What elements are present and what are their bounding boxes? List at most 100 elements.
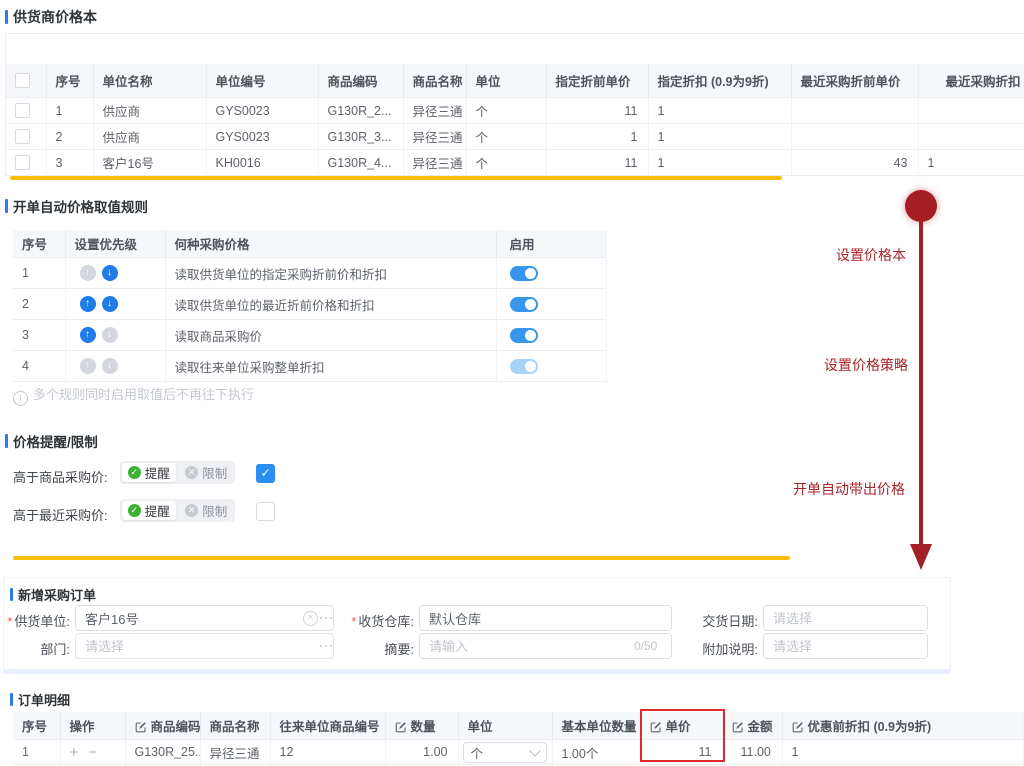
move-down-icon[interactable] (102, 265, 118, 281)
page: 供货商价格本 序号 单位名称 单位编号 商品编码 商品名称 单位 指定折前单价 … (0, 0, 1024, 766)
table-row: 3 客户16号 KH0016 G130R_4... 异径三通 个 11 1 43… (6, 150, 1024, 176)
col-product-name: 商品名称 (200, 712, 270, 740)
section-accent-bar (10, 693, 13, 706)
unit-select[interactable]: 个 (463, 742, 547, 763)
col-unit: 单位 (458, 712, 552, 740)
row-checkbox[interactable] (15, 155, 30, 170)
cell-unit-name: 供应商 (93, 124, 206, 150)
remove-row-button[interactable]: − (88, 744, 97, 761)
section-accent-bar (10, 588, 13, 601)
move-down-icon[interactable] (102, 358, 118, 374)
price-book-table: 序号 单位名称 单位编号 商品编码 商品名称 单位 指定折前单价 指定折扣 (0… (5, 33, 1024, 176)
move-up-icon[interactable] (80, 265, 96, 281)
cell-unit-code: GYS0023 (206, 124, 318, 150)
col-recent-discount: 最近采购折扣 (918, 64, 1024, 98)
cell-product-code: G130R_25... (125, 740, 200, 765)
cell-product-name: 异径三通 (200, 740, 270, 765)
chevron-down-icon (529, 745, 540, 756)
move-down-icon[interactable] (102, 296, 118, 312)
rule-row: 2 读取供货单位的最近折前价格和折扣 (13, 289, 607, 320)
col-unit: 单位 (466, 64, 546, 98)
warehouse-label: *收货仓库: (332, 611, 414, 630)
cell-specified-discount: 1 (648, 150, 791, 176)
remind-option[interactable]: 提醒 (122, 463, 176, 482)
section-accent-bar (5, 10, 8, 24)
cell-unit-name: 供应商 (93, 98, 206, 124)
cell-pre-discount[interactable]: 1 (782, 740, 1024, 765)
enable-toggle[interactable] (510, 359, 538, 374)
col-product-code: 商品编码 (125, 712, 200, 740)
cell-product-name: 异径三通 (403, 98, 466, 124)
col-seq: 序号 (13, 712, 60, 740)
limit-option[interactable]: 限制 (180, 463, 234, 482)
col-base-qty: 基本单位数量 (552, 712, 640, 740)
yellow-divider (10, 176, 782, 180)
limit-option[interactable]: 限制 (180, 501, 234, 520)
cell-unit-price[interactable]: 11 (640, 740, 722, 765)
edit-icon (395, 721, 407, 733)
alert-checkbox[interactable] (256, 502, 275, 521)
department-input[interactable] (75, 633, 334, 659)
move-up-icon[interactable] (80, 296, 96, 312)
section-accent-bar (5, 199, 8, 213)
cell-product-code: G130R_2... (318, 98, 403, 124)
cell-seq: 4 (13, 351, 65, 382)
cell-rule-desc: 读取商品采购价 (165, 320, 496, 351)
x-circle-icon (185, 466, 198, 479)
cell-unit-code: KH0016 (206, 150, 318, 176)
cell-unit: 个 (466, 124, 546, 150)
cell-product-name: 异径三通 (403, 150, 466, 176)
pricing-rules-title: 开单自动价格取值规则 (13, 196, 148, 216)
annotation-label: 设置价格策略 (824, 355, 908, 375)
cell-recent-price (791, 98, 918, 124)
cell-quantity[interactable]: 1.00 (385, 740, 458, 765)
col-specified-discount: 指定折扣 (0.9为9折) (648, 64, 791, 98)
cell-specified-price: 11 (546, 98, 648, 124)
select-all-checkbox[interactable] (15, 73, 30, 88)
enable-toggle[interactable] (510, 328, 538, 343)
price-book-toolbar (6, 34, 1024, 64)
edit-icon (135, 721, 147, 733)
enable-toggle[interactable] (510, 297, 538, 312)
row-checkbox[interactable] (15, 103, 30, 118)
col-pre-discount: 优惠前折扣 (0.9为9折) (782, 712, 1024, 740)
cell-rule-desc: 读取往来单位采购整单折扣 (165, 351, 496, 382)
supplier-input[interactable] (75, 605, 334, 631)
cell-specified-price: 1 (546, 124, 648, 150)
row-checkbox[interactable] (15, 129, 30, 144)
cell-unit: 个 (466, 98, 546, 124)
annotation-arrow-head (910, 544, 932, 570)
annotation-label: 设置价格本 (836, 245, 906, 265)
additional-note-label: 附加说明: (677, 639, 758, 658)
col-recent-price: 最近采购折前单价 (791, 64, 918, 98)
col-quantity: 数量 (385, 712, 458, 740)
col-seq: 序号 (13, 230, 65, 258)
col-product-name: 商品名称 (403, 64, 466, 98)
enable-toggle[interactable] (510, 266, 538, 281)
remind-limit-segment: 提醒 限制 (120, 499, 235, 522)
warehouse-input[interactable] (419, 605, 672, 631)
move-down-icon[interactable] (102, 327, 118, 343)
additional-note-input[interactable] (763, 633, 928, 659)
order-header-row: 序号 操作 商品编码 商品名称 往来单位商品编号 数量 单位 基本单位数量 单价… (13, 712, 1024, 740)
add-row-button[interactable]: + (70, 744, 79, 761)
table-row: 2 供应商 GYS0023 G130R_3... 异径三通 个 1 1 (6, 124, 1024, 150)
price-book-header-row: 序号 单位名称 单位编号 商品编码 商品名称 单位 指定折前单价 指定折扣 (0… (6, 64, 1024, 98)
annotation-dot (905, 190, 937, 222)
alert-checkbox[interactable] (256, 464, 275, 483)
edit-icon (792, 721, 804, 733)
cell-rule-desc: 读取供货单位的最近折前价格和折扣 (165, 289, 496, 320)
delivery-date-input[interactable] (763, 605, 928, 631)
cell-recent-discount (918, 124, 1024, 150)
cell-amount[interactable]: 11.00 (722, 740, 782, 765)
purchase-order-title: 新增采购订单 (18, 585, 96, 604)
cell-seq: 3 (46, 150, 93, 176)
clear-icon[interactable] (303, 611, 318, 626)
col-enable: 启用 (496, 230, 607, 258)
remind-option[interactable]: 提醒 (122, 501, 176, 520)
move-up-icon[interactable] (80, 327, 96, 343)
summary-label: 摘要: (332, 639, 414, 658)
move-up-icon[interactable] (80, 358, 96, 374)
annotation-label: 开单自动带出价格 (793, 479, 905, 499)
annotation-arrow-line (919, 219, 923, 545)
